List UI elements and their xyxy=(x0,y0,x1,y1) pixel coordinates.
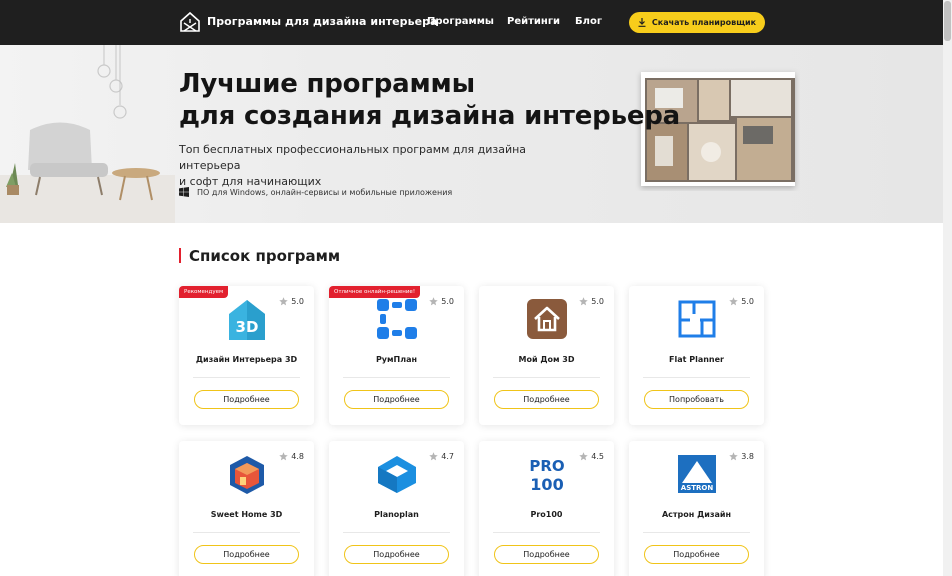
card-divider xyxy=(493,532,600,533)
program-card-roomplan[interactable]: Отличное онлайн-решение! 5.0 РумПлан Под… xyxy=(329,286,464,425)
pro100-icon: PRO 100 xyxy=(529,457,564,494)
rating-value: 5.0 xyxy=(591,297,604,306)
program-card-flat-planner[interactable]: 5.0 Flat Planner Попробовать xyxy=(629,286,764,425)
hero-note-text: ПО для Windows, онлайн-сервисы и мобильн… xyxy=(197,187,453,197)
card-divider xyxy=(643,532,750,533)
card-title: Pro100 xyxy=(530,510,563,519)
star-icon xyxy=(279,452,288,461)
heading-accent-bar xyxy=(179,248,181,263)
program-card-interior-3d[interactable]: Рекомендуем 5.0 3D Дизайн Интерьера 3D П… xyxy=(179,286,314,425)
card-rating: 5.0 xyxy=(579,297,604,306)
hero-subtitle-line1: Топ бесплатных профессиональных программ… xyxy=(179,143,527,172)
star-icon xyxy=(729,452,738,461)
rating-value: 5.0 xyxy=(441,297,454,306)
star-icon xyxy=(429,297,438,306)
card-title: РумПлан xyxy=(375,355,418,364)
star-icon xyxy=(429,452,438,461)
card-rating: 4.8 xyxy=(279,452,304,461)
site-title[interactable]: Программы для дизайна интерьера xyxy=(207,15,438,28)
card-divider xyxy=(343,377,450,378)
card-title: Астрон Дизайн xyxy=(661,510,731,519)
svg-text:3D: 3D xyxy=(236,318,259,336)
card-rating: 4.5 xyxy=(579,452,604,461)
card-divider xyxy=(493,377,600,378)
hero-title-line2: для создания дизайна интерьера xyxy=(179,101,681,131)
programs-list-heading: Список программ xyxy=(179,246,341,265)
card-title: Мой Дом 3D xyxy=(518,355,575,364)
home-icon xyxy=(527,299,567,339)
svg-text:ASTRON: ASTRON xyxy=(681,484,714,492)
section-title: Список программ xyxy=(189,246,341,265)
program-card-pro100[interactable]: 4.5 PRO 100 Pro100 Подробнее xyxy=(479,441,614,576)
star-icon xyxy=(579,297,588,306)
card-title: Sweet Home 3D xyxy=(210,510,283,519)
svg-text:100: 100 xyxy=(530,475,563,494)
rating-value: 5.0 xyxy=(741,297,754,306)
rating-value: 5.0 xyxy=(291,297,304,306)
nav-link-programs[interactable]: Программы xyxy=(427,16,494,27)
card-title: Дизайн Интерьера 3D xyxy=(195,355,298,364)
details-button[interactable]: Подробнее xyxy=(194,390,299,409)
nav-link-ratings[interactable]: Рейтинги xyxy=(507,16,560,27)
download-button-label: Скачать планировщик xyxy=(651,18,757,27)
card-divider xyxy=(643,377,750,378)
house-logo-icon[interactable] xyxy=(179,11,201,33)
card-divider xyxy=(193,532,300,533)
program-card-astron[interactable]: 3.8 ASTRON Астрон Дизайн Подробнее xyxy=(629,441,764,576)
star-icon xyxy=(729,297,738,306)
roomplan-icon xyxy=(377,299,417,339)
star-icon xyxy=(579,452,588,461)
card-rating: 3.8 xyxy=(729,452,754,461)
hero-subtitle: Топ бесплатных профессиональных программ… xyxy=(179,142,559,190)
program-card-planoplan[interactable]: 4.7 Planoplan Подробнее xyxy=(329,441,464,576)
details-button[interactable]: Подробнее xyxy=(644,545,749,564)
card-rating: 5.0 xyxy=(429,297,454,306)
rating-value: 3.8 xyxy=(741,452,754,461)
rating-value: 4.7 xyxy=(441,452,454,461)
scrollbar-thumb[interactable] xyxy=(944,1,951,41)
recommended-badge: Рекомендуем xyxy=(179,286,229,298)
svg-text:PRO: PRO xyxy=(529,457,564,475)
program-card-sweet-home-3d[interactable]: 4.8 Sweet Home 3D Подробнее xyxy=(179,441,314,576)
card-divider xyxy=(343,532,450,533)
card-title: Planoplan xyxy=(374,510,419,519)
card-rating: 4.7 xyxy=(429,452,454,461)
floorplan-icon xyxy=(678,300,716,338)
hero-title-line1: Лучшие программы xyxy=(179,69,475,99)
try-button[interactable]: Попробовать xyxy=(644,390,749,409)
card-rating: 5.0 xyxy=(729,297,754,306)
rating-value: 4.5 xyxy=(591,452,604,461)
online-solution-badge: Отличное онлайн-решение! xyxy=(329,286,421,298)
download-planner-button[interactable]: Скачать планировщик xyxy=(629,12,765,33)
top-navigation-bar: Программы для дизайна интерьера Программ… xyxy=(0,0,943,45)
rating-value: 4.8 xyxy=(291,452,304,461)
scrollbar-track[interactable] xyxy=(943,0,952,576)
hero-title: Лучшие программы для создания дизайна ин… xyxy=(179,68,680,132)
details-button[interactable]: Подробнее xyxy=(194,545,299,564)
program-card-my-home-3d[interactable]: 5.0 Мой Дом 3D Подробнее xyxy=(479,286,614,425)
details-button[interactable]: Подробнее xyxy=(494,390,599,409)
nav-link-blog[interactable]: Блог xyxy=(575,16,602,27)
sweethome-icon xyxy=(230,456,264,494)
windows-icon xyxy=(179,187,189,197)
astron-icon: ASTRON xyxy=(678,455,716,493)
3d-house-icon: 3D xyxy=(229,300,265,340)
details-button[interactable]: Подробнее xyxy=(494,545,599,564)
download-icon xyxy=(638,18,646,27)
card-title: Flat Planner xyxy=(669,355,724,364)
card-divider xyxy=(193,377,300,378)
hero-banner: Лучшие программы для создания дизайна ин… xyxy=(0,45,943,223)
star-icon xyxy=(279,297,288,306)
details-button[interactable]: Подробнее xyxy=(344,545,449,564)
planoplan-icon xyxy=(378,456,416,493)
card-rating: 5.0 xyxy=(279,297,304,306)
details-button[interactable]: Подробнее xyxy=(344,390,449,409)
hero-note: ПО для Windows, онлайн-сервисы и мобильн… xyxy=(179,187,452,197)
interior-illustration xyxy=(0,45,175,223)
